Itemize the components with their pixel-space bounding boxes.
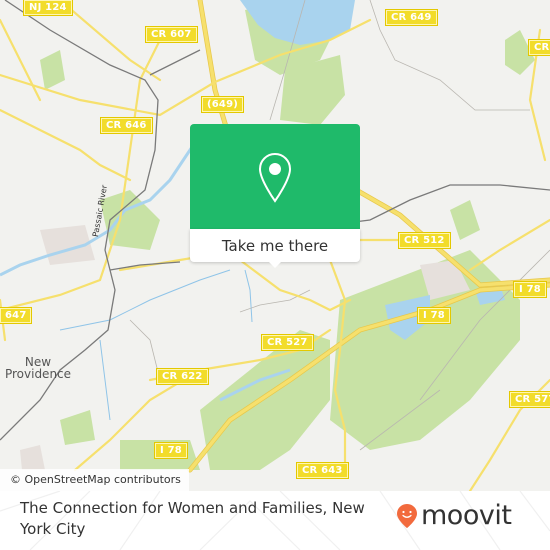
moovit-smiley-pin-icon — [397, 504, 417, 528]
popup-header[interactable] — [190, 124, 360, 229]
place-label-new-providence: New Providence — [4, 355, 72, 381]
map-attribution[interactable]: © OpenStreetMap contributors — [0, 469, 189, 491]
road-shield-647: 647 — [0, 307, 33, 324]
road-shield-nj124: NJ 124 — [23, 0, 73, 16]
road-shield-cr622: CR 622 — [156, 368, 209, 385]
map-pin-icon — [258, 152, 292, 203]
location-title: The Connection for Women and Families, N… — [20, 499, 365, 538]
take-me-there-button[interactable]: Take me there — [190, 229, 360, 262]
road-shield-i78-center: I 78 — [417, 307, 451, 324]
popup-pointer — [267, 260, 283, 268]
location-popup: Take me there — [190, 124, 360, 268]
road-shield-cr527: CR 527 — [261, 334, 314, 351]
road-shield-cr607: CR 607 — [145, 26, 198, 43]
road-shield-i78-east: I 78 — [513, 281, 547, 298]
road-shield-cr646: CR 646 — [100, 117, 153, 134]
road-shield-cr-northeast: CR — [527, 39, 550, 56]
footer: The Connection for Women and Families, N… — [0, 491, 550, 550]
road-shield-i78-south: I 78 — [154, 442, 188, 459]
moovit-logo[interactable]: moovit — [396, 500, 512, 531]
road-shield-cr512: CR 512 — [398, 232, 451, 249]
map-view[interactable]: Passaic River New Providence NJ 124 CR 6… — [0, 0, 550, 491]
moovit-wordmark: moovit — [421, 500, 512, 531]
road-shield-649: (649) — [200, 96, 245, 113]
road-shield-cr577: CR 577 — [509, 391, 550, 408]
road-shield-cr643: CR 643 — [296, 462, 349, 479]
road-shield-cr649: CR 649 — [385, 9, 438, 26]
